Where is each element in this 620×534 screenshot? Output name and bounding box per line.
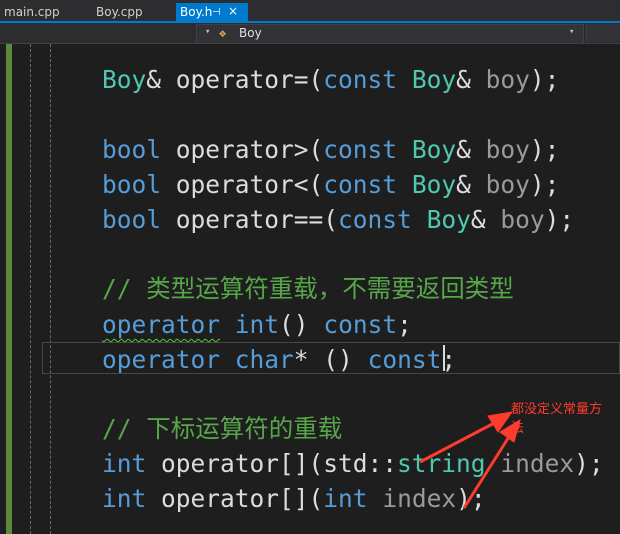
arrow-shaft: [419, 418, 501, 464]
annotation-arrows: [419, 411, 521, 509]
arrow-shaft: [462, 431, 514, 509]
annotation-note: 都没定义常量方法: [511, 402, 603, 436]
